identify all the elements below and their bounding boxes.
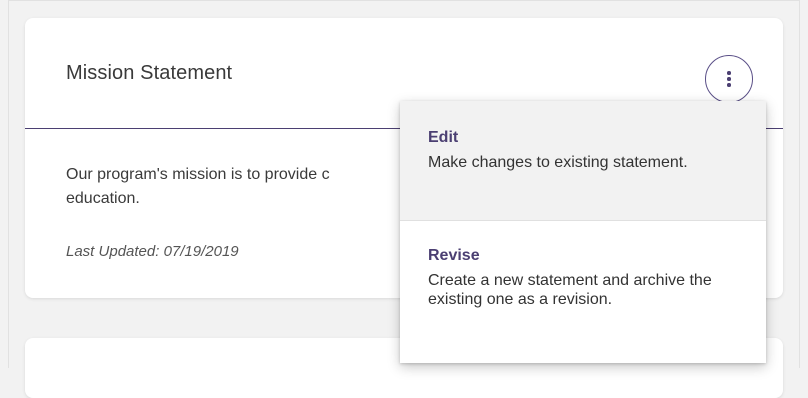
card-title: Mission Statement bbox=[66, 62, 233, 84]
menu-item-label: Revise bbox=[428, 247, 480, 264]
menu-item-revise[interactable]: Revise Create a new statement and archiv… bbox=[400, 221, 766, 363]
kebab-vertical-icon bbox=[727, 71, 731, 87]
menu-item-description: Make changes to existing statement. bbox=[428, 154, 688, 171]
menu-item-label: Edit bbox=[428, 129, 459, 146]
menu-item-description: Create a new statement and archive the e… bbox=[428, 272, 712, 308]
menu-item-edit[interactable]: Edit Make changes to existing statement. bbox=[400, 101, 766, 221]
more-options-button[interactable] bbox=[705, 55, 753, 103]
options-menu: Edit Make changes to existing statement.… bbox=[400, 101, 766, 363]
